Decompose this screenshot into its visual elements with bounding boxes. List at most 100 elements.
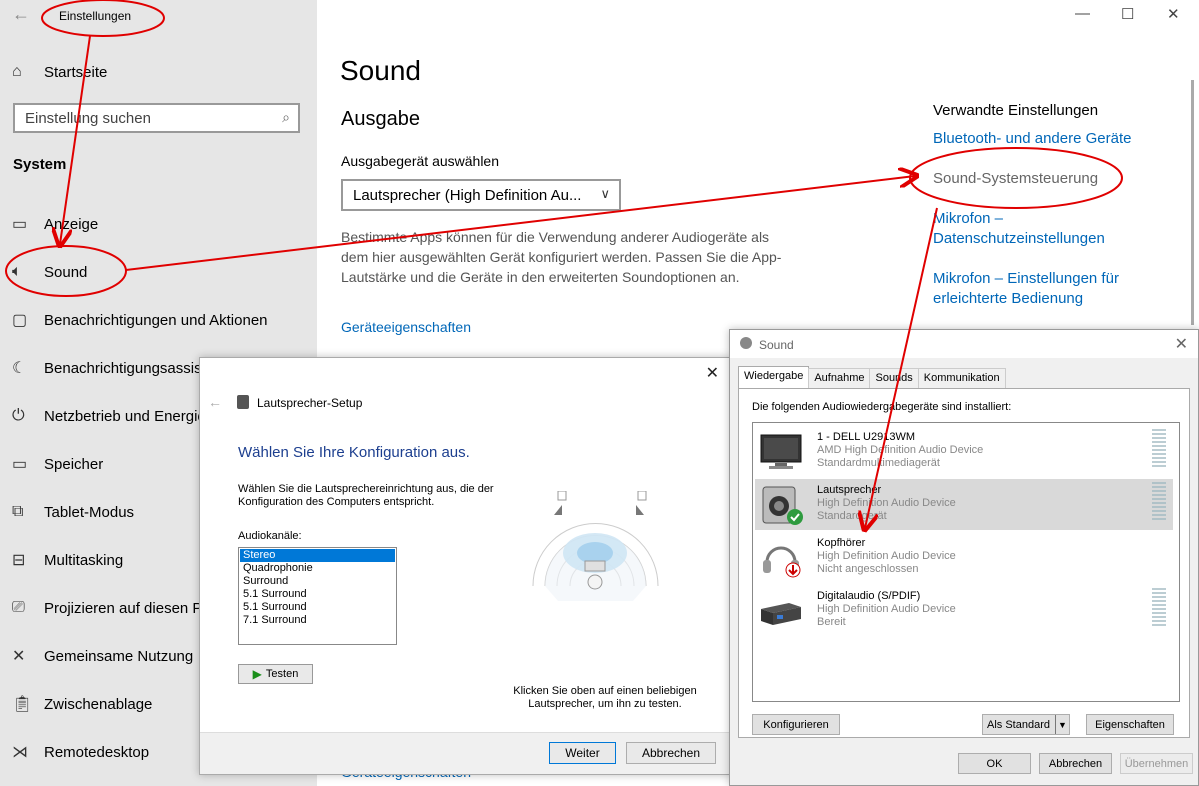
dialog-title: Lautsprecher-Setup [257, 396, 363, 410]
monitor-icon: ▭ [12, 216, 28, 233]
play-icon: ▶ [252, 667, 262, 681]
output-device-dropdown[interactable]: Lautsprecher (High Definition Au... ∨ [341, 179, 621, 211]
nav-benachrichtigungsassistent[interactable]: ☾ Benachrichtigungsassistent [12, 357, 227, 379]
output-device-label: Ausgabegerät auswählen [341, 153, 500, 169]
nav-multitasking[interactable]: ⊟ Multitasking [12, 549, 123, 571]
channel-option[interactable]: 5.1 Surround [240, 588, 395, 601]
device-driver: High Definition Audio Device [817, 603, 956, 615]
channel-option[interactable]: Stereo [240, 549, 395, 562]
device-status: Nicht angeschlossen [817, 563, 919, 575]
device-row[interactable]: Lautsprecher High Definition Audio Device… [755, 479, 1173, 530]
clipboard-icon: 📋︎ [12, 696, 33, 713]
tab-strip: Wiedergabe Aufnahme Sounds Kommunikation [738, 366, 1006, 388]
home-link[interactable]: ⌂ Startseite [12, 62, 107, 82]
nav-sound[interactable]: 🔈︎ Sound [12, 261, 87, 283]
apply-button[interactable]: Übernehmen [1120, 753, 1193, 774]
speaker-setup-dialog: ✕ ← Lautsprecher-Setup Wählen Sie Ihre K… [199, 357, 732, 775]
share-icon: ✕ [12, 648, 26, 665]
remote-icon: ⋊ [12, 744, 28, 761]
moon-icon: ☾ [12, 360, 27, 377]
channel-option[interactable]: 5.1 Surround [240, 601, 395, 614]
sound-control-panel-dialog: Sound ✕ Wiedergabe Aufnahme Sounds Kommunik… [729, 329, 1199, 786]
playback-device-list[interactable]: 1 - DELL U2913WM AMD High Definition Audi… [752, 422, 1180, 702]
back-arrow-icon[interactable]: ← [208, 394, 222, 410]
nav-label: Remotedesktop [44, 743, 150, 761]
digital-audio-icon [759, 591, 803, 631]
level-meter [1152, 588, 1166, 628]
nav-label: Benachrichtigungen und Aktionen [44, 311, 268, 329]
tab-aufnahme[interactable]: Aufnahme [808, 368, 871, 388]
monitor-icon [759, 432, 803, 472]
nav-label: Speicher [44, 455, 104, 473]
properties-button[interactable]: Eigenschaften [1086, 714, 1174, 735]
device-row[interactable]: Kopfhörer High Definition Audio Device Nic… [755, 532, 1173, 583]
page-title: Sound [340, 55, 421, 86]
nav-remotedesktop[interactable]: ⋊ Remotedesktop [12, 741, 149, 763]
window-title: Einstellungen [59, 9, 132, 23]
level-meter [1152, 482, 1166, 522]
headphones-icon [759, 538, 803, 578]
device-name: Lautsprecher [817, 484, 882, 496]
nav-tablet[interactable]: ⧉ Tablet-Modus [12, 501, 134, 523]
device-properties-link[interactable]: Geräteeigenschaften [341, 319, 471, 335]
speaker-diagram[interactable] [523, 491, 668, 606]
device-status: Standardgerät [817, 510, 887, 522]
ok-button[interactable]: OK [958, 753, 1031, 774]
nav-label: Projizieren auf diesen PC [44, 599, 214, 617]
section-heading: Ausgabe [341, 108, 420, 130]
test-button-label: Testen [265, 668, 299, 680]
dialog-footer: Weiter Abbrechen [200, 732, 731, 774]
maximize-icon[interactable]: ☐ [1121, 5, 1134, 23]
nav-label: Tablet-Modus [44, 503, 135, 521]
nav-speicher[interactable]: ▭ Speicher [12, 453, 103, 475]
configure-button[interactable]: Konfigurieren [752, 714, 840, 735]
speaker-icon: 🔈︎ [12, 263, 22, 280]
device-status: Standardmultimediagerät [817, 457, 940, 469]
nav-anzeige[interactable]: ▭ Anzeige [12, 213, 98, 235]
tab-sounds[interactable]: Sounds [869, 368, 919, 388]
back-arrow-icon[interactable]: ← [12, 4, 30, 25]
tab-wiedergabe[interactable]: Wiedergabe [738, 366, 810, 388]
tab-kommunikation[interactable]: Kommunikation [917, 368, 1006, 388]
device-status: Bereit [817, 616, 846, 628]
channel-option[interactable]: Surround [240, 575, 395, 588]
chevron-down-icon: ∨ [600, 186, 610, 201]
close-icon[interactable]: ✕ [706, 363, 719, 383]
set-default-button[interactable]: Als Standard ▼ [982, 714, 1070, 735]
search-input[interactable]: Einstellung suchen ⌕ [13, 103, 300, 133]
device-row[interactable]: 1 - DELL U2913WM AMD High Definition Audi… [755, 426, 1173, 477]
microphone-privacy-link[interactable]: Mikrofon – Datenschutzeinstellungen [933, 209, 1153, 249]
dialog-title: Sound [759, 338, 794, 352]
nav-gemeinsam[interactable]: ✕ Gemeinsame Nutzung [12, 645, 193, 667]
bluetooth-link[interactable]: Bluetooth- und andere Geräte [933, 129, 1153, 149]
minimize-icon[interactable]: — [1075, 5, 1090, 22]
channel-option[interactable]: 7.1 Surround [240, 614, 395, 627]
speaker-test-hint: Klicken Sie oben auf einen beliebigen La… [513, 685, 697, 710]
search-icon: ⌕ [282, 109, 290, 125]
audio-channels-list[interactable]: Stereo Quadrophonie Surround 5.1 Surround 5.… [238, 547, 397, 645]
test-button[interactable]: ▶ Testen [238, 664, 313, 684]
devices-intro: Die folgenden Audiowiedergabegeräte sind… [752, 401, 1012, 413]
nav-projizieren[interactable]: ⎚ Projizieren auf diesen PC [12, 597, 213, 619]
nav-label: Multitasking [44, 551, 124, 569]
microphone-accessibility-link[interactable]: Mikrofon – Einstellungen für erleichtert… [933, 269, 1153, 309]
nav-label: Sound [44, 263, 88, 281]
nav-benachrichtigungen[interactable]: ▢ Benachrichtigungen und Aktionen [12, 309, 268, 331]
device-row[interactable]: Digitalaudio (S/PDIF) High Definition Aud… [755, 585, 1173, 636]
notification-icon: ▢ [12, 312, 28, 329]
cancel-button[interactable]: Abbrechen [1039, 753, 1112, 774]
dropdown-arrow-icon[interactable]: ▼ [1055, 715, 1069, 734]
sound-control-panel-link[interactable]: Sound-Systemsteuerung [933, 169, 1153, 189]
close-icon[interactable]: ✕ [1175, 334, 1188, 354]
nav-zwischenablage[interactable]: 📋︎ Zwischenablage [12, 693, 152, 715]
home-icon: ⌂ [12, 63, 22, 80]
next-button[interactable]: Weiter [549, 742, 616, 764]
close-icon[interactable]: ✕ [1167, 5, 1180, 23]
multitasking-icon: ⊟ [12, 552, 26, 569]
nav-label: Anzeige [44, 215, 99, 233]
speaker-icon [759, 485, 803, 525]
channel-option[interactable]: Quadrophonie [240, 562, 395, 575]
section-title: System [13, 156, 67, 173]
cancel-button[interactable]: Abbrechen [626, 742, 716, 764]
scrollbar[interactable] [1191, 80, 1194, 325]
